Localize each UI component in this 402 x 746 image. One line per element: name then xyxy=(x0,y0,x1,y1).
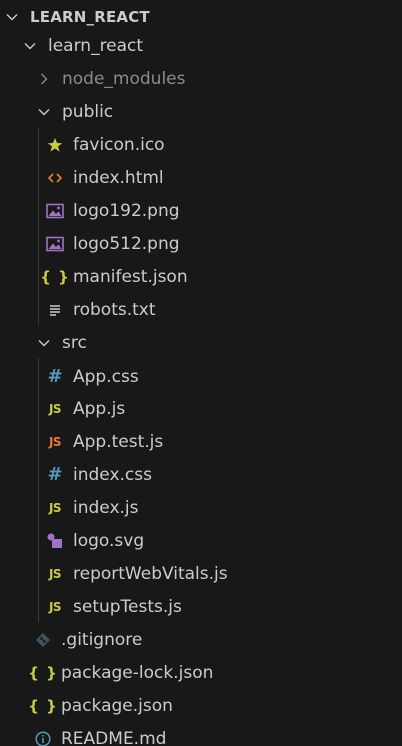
folder-public[interactable]: public xyxy=(0,95,402,128)
file-manifest[interactable]: { } manifest.json xyxy=(0,260,402,293)
json-braces-icon: { } xyxy=(28,663,58,682)
folder-label: learn_react xyxy=(48,35,144,56)
file-label: index.html xyxy=(73,167,164,188)
javascript-icon: JS xyxy=(48,500,62,515)
javascript-test-icon: JS xyxy=(48,434,62,449)
file-label: README.md xyxy=(61,728,167,746)
file-label: manifest.json xyxy=(73,266,188,287)
image-icon xyxy=(46,235,64,253)
file-label: App.css xyxy=(73,366,139,387)
file-label: App.test.js xyxy=(73,431,164,452)
chevron-down-icon xyxy=(4,9,20,25)
javascript-icon: JS xyxy=(48,566,62,581)
explorer-panel: LEARN_REACT learn_react node_modules pub… xyxy=(0,0,402,746)
folder-label: node_modules xyxy=(62,68,186,89)
file-label: logo192.png xyxy=(73,200,180,221)
file-report-web-vitals[interactable]: JS reportWebVitals.js xyxy=(0,557,402,590)
info-icon xyxy=(34,730,52,746)
star-icon xyxy=(46,136,64,154)
json-braces-icon: { } xyxy=(28,696,58,715)
folder-label: public xyxy=(62,101,114,122)
file-readme[interactable]: README.md xyxy=(0,722,402,746)
file-app-js[interactable]: JS App.js xyxy=(0,392,402,425)
file-label: package-lock.json xyxy=(61,662,214,683)
file-label: setupTests.js xyxy=(73,596,182,617)
file-setup-tests[interactable]: JS setupTests.js xyxy=(0,590,402,623)
file-index-css[interactable]: # index.css xyxy=(0,458,402,491)
file-label: logo.svg xyxy=(73,530,145,551)
css-hash-icon: # xyxy=(47,464,63,485)
file-logo512[interactable]: logo512.png xyxy=(0,227,402,260)
file-favicon[interactable]: favicon.ico xyxy=(0,128,402,161)
chevron-down-icon xyxy=(36,104,52,120)
image-icon xyxy=(46,202,64,220)
file-robots[interactable]: robots.txt xyxy=(0,293,402,326)
javascript-icon: JS xyxy=(48,599,62,614)
json-braces-icon: { } xyxy=(40,267,70,286)
workspace-root-label: LEARN_REACT xyxy=(30,7,150,26)
file-index-js[interactable]: JS index.js xyxy=(0,491,402,524)
chevron-down-icon xyxy=(36,335,52,351)
chevron-down-icon xyxy=(22,38,38,54)
file-label: reportWebVitals.js xyxy=(73,563,228,584)
file-label: index.css xyxy=(73,464,152,485)
chevron-right-icon xyxy=(36,71,52,87)
folder-label: src xyxy=(62,332,87,353)
file-package-lock[interactable]: { } package-lock.json xyxy=(0,656,402,689)
folder-src[interactable]: src xyxy=(0,326,402,359)
file-app-test[interactable]: JS App.test.js xyxy=(0,425,402,458)
file-label: package.json xyxy=(61,695,173,716)
file-label: favicon.ico xyxy=(73,134,165,155)
javascript-icon: JS xyxy=(48,401,62,416)
file-label: .gitignore xyxy=(61,629,143,650)
file-label: App.js xyxy=(73,398,126,419)
svg-shapes-icon xyxy=(46,532,64,550)
file-label: logo512.png xyxy=(73,233,180,254)
folder-node-modules[interactable]: node_modules xyxy=(0,62,402,95)
git-diamond-icon xyxy=(34,631,52,649)
file-gitignore[interactable]: .gitignore xyxy=(0,623,402,656)
html-code-icon xyxy=(46,169,64,187)
folder-learn-react[interactable]: learn_react xyxy=(0,29,402,62)
file-package-json[interactable]: { } package.json xyxy=(0,689,402,722)
file-label: index.js xyxy=(73,497,139,518)
file-label: robots.txt xyxy=(73,299,156,320)
file-logo192[interactable]: logo192.png xyxy=(0,194,402,227)
css-hash-icon: # xyxy=(47,366,63,387)
file-index-html[interactable]: index.html xyxy=(0,161,402,194)
text-lines-icon xyxy=(46,301,64,319)
file-app-css[interactable]: # App.css xyxy=(0,360,402,393)
file-logo-svg[interactable]: logo.svg xyxy=(0,524,402,557)
